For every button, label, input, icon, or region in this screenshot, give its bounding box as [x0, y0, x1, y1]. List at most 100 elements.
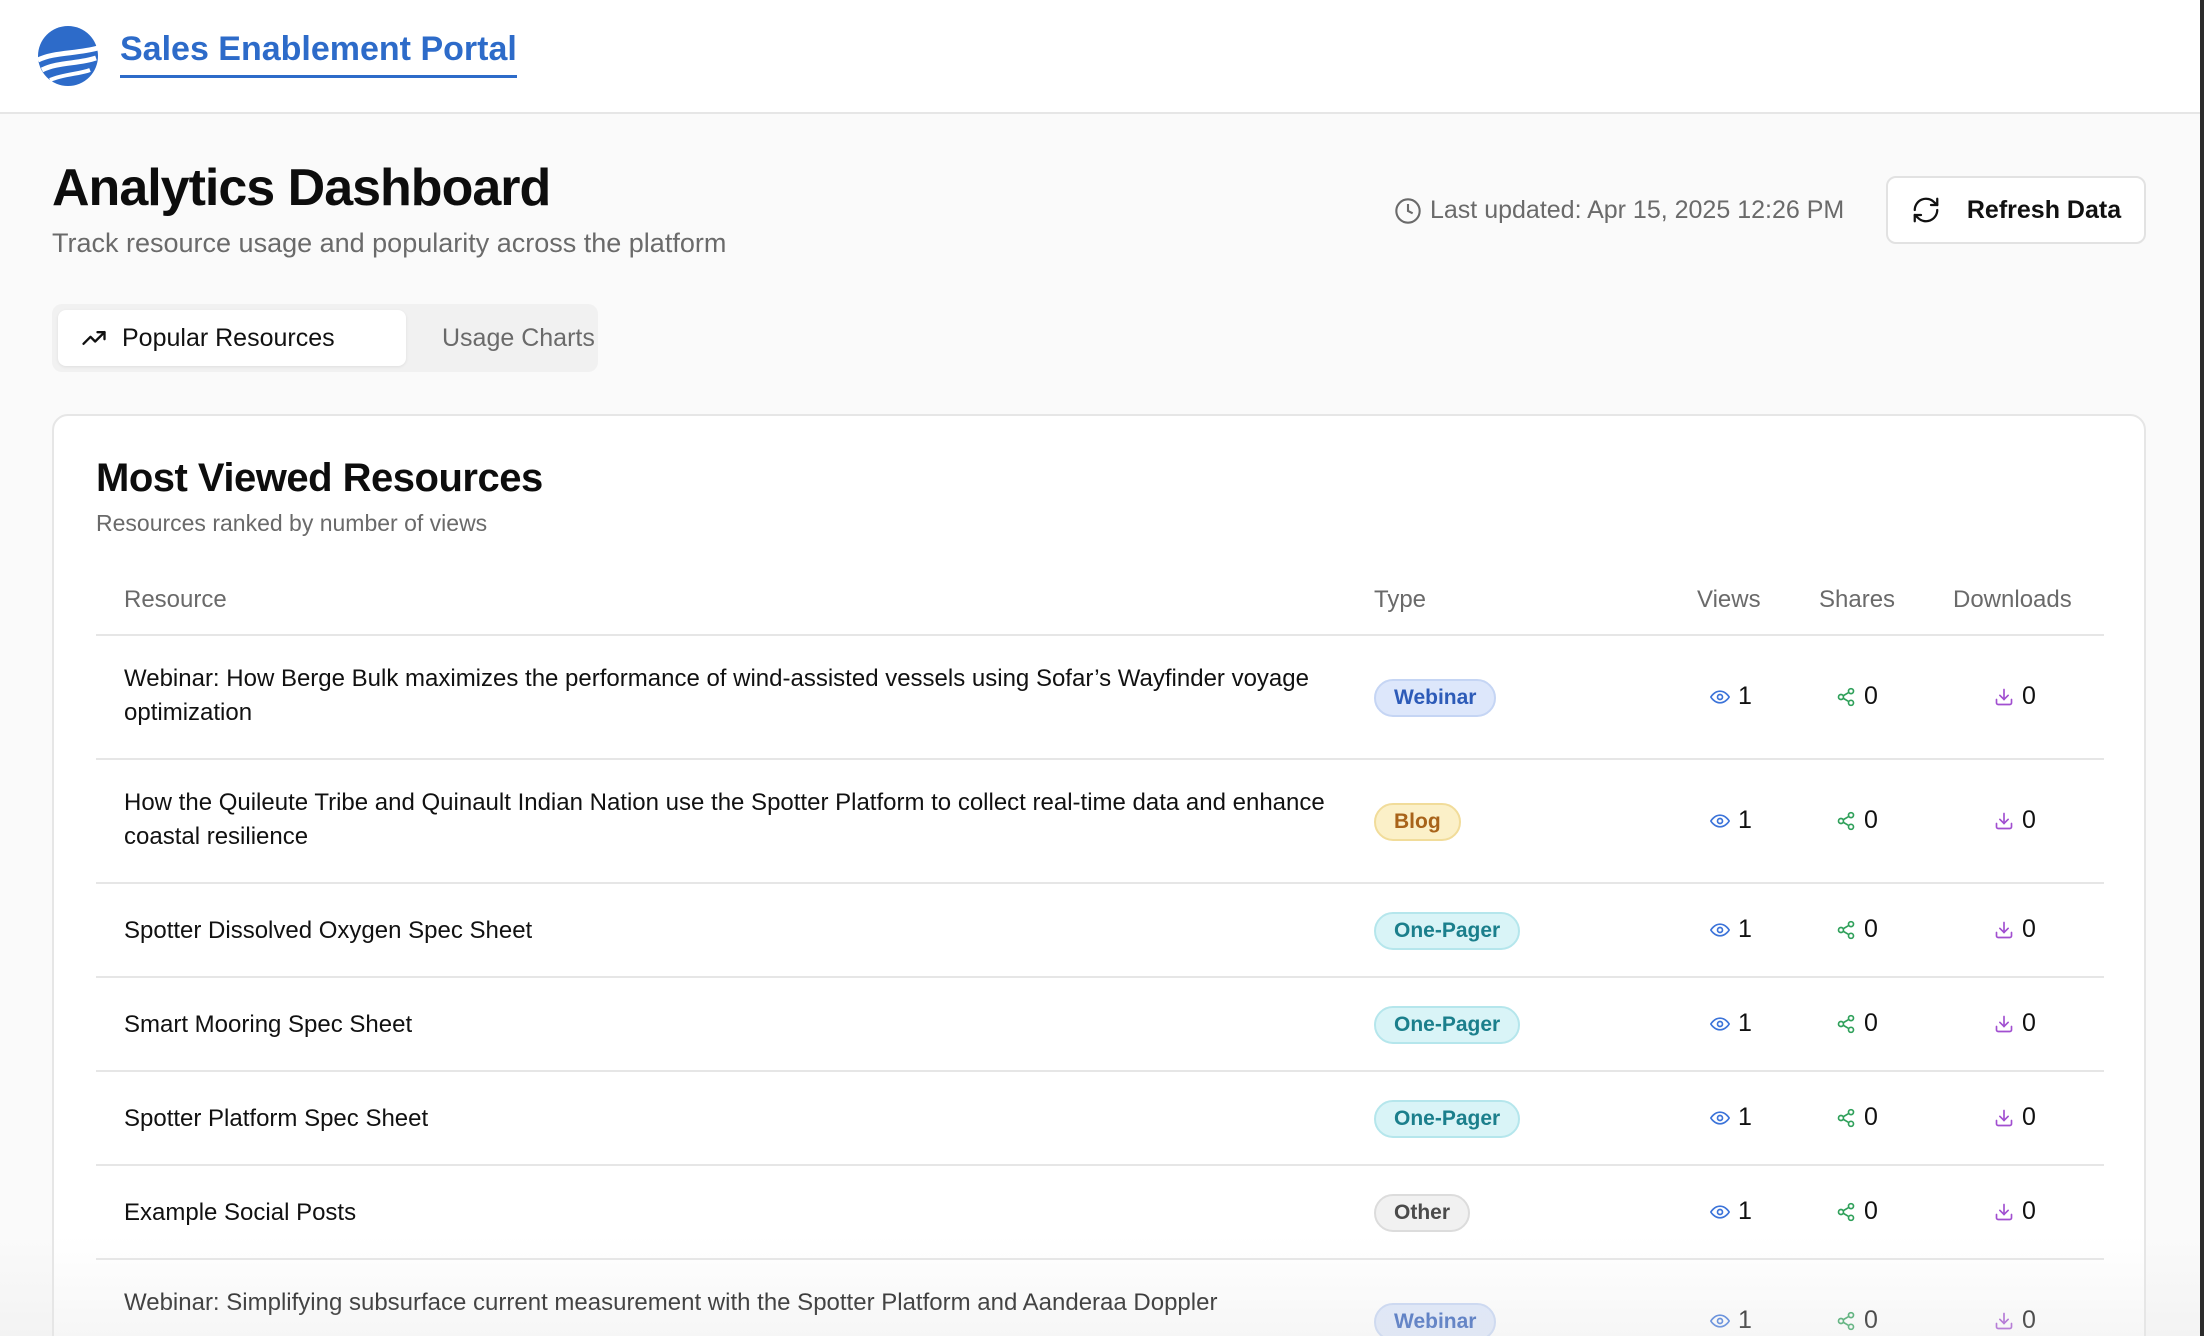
views-stat: 1 [1710, 1197, 1752, 1226]
shares-count: 0 [1864, 1306, 1878, 1334]
resource-title[interactable]: Example Social Posts [124, 1196, 1394, 1230]
table-row[interactable]: Webinar: Simplifying subsurface current … [96, 1260, 2104, 1336]
table-row[interactable]: Webinar: How Berge Bulk maximizes the pe… [96, 636, 2104, 760]
column-header-downloads[interactable]: Downloads [1953, 586, 2072, 614]
refresh-data-label: Refresh Data [1966, 195, 2122, 224]
downloads-count: 0 [2022, 682, 2036, 710]
share-icon [1837, 1108, 1855, 1127]
resource-title[interactable]: How the Quileute Tribe and Quinault Indi… [124, 786, 1394, 854]
views-count: 1 [1738, 1009, 1752, 1037]
views-stat: 1 [1710, 682, 1752, 711]
download-icon [1995, 1203, 2013, 1220]
downloads-stat: 0 [1994, 915, 2036, 944]
type-badge: Other [1374, 1194, 1471, 1232]
resource-title[interactable]: Spotter Dissolved Oxygen Spec Sheet [124, 914, 1394, 948]
resource-title[interactable]: Smart Mooring Spec Sheet [124, 1008, 1394, 1042]
eye-icon [1710, 1204, 1730, 1219]
views-stat: 1 [1710, 1009, 1752, 1038]
downloads-count: 0 [2022, 1009, 2036, 1037]
page-subtitle: Track resource usage and popularity acro… [52, 228, 727, 258]
downloads-stat: 0 [1994, 1197, 2036, 1226]
eye-icon [1710, 813, 1730, 828]
type-badge: Webinar [1374, 679, 1497, 717]
column-header-resource[interactable]: Resource [124, 586, 227, 614]
shares-stat: 0 [1836, 682, 1878, 711]
views-stat: 1 [1710, 915, 1752, 944]
type-badge: One-Pager [1374, 912, 1521, 950]
table-row[interactable]: Smart Mooring Spec Sheet One-Pager 1 0 0 [96, 978, 2104, 1072]
window-edge [2200, 0, 2204, 1336]
last-updated: Last updated: Apr 15, 2025 12:26 PM [1394, 196, 1844, 225]
table-row[interactable]: Spotter Platform Spec Sheet One-Pager 1 0 0 [96, 1072, 2104, 1166]
views-stat: 1 [1710, 806, 1752, 835]
column-header-views[interactable]: Views [1697, 586, 1761, 614]
type-badge: Blog [1374, 803, 1461, 841]
tab-popular-resources[interactable]: Popular Resources [58, 310, 406, 366]
downloads-stat: 0 [1994, 1306, 2036, 1335]
resource-title[interactable]: Webinar: Simplifying subsurface current … [124, 1286, 1394, 1320]
tab-label: Usage Charts [442, 323, 595, 352]
views-count: 1 [1738, 682, 1752, 710]
top-navigation-bar: Sales Enablement Portal [0, 0, 2200, 114]
card-subtitle: Resources ranked by number of views [96, 510, 488, 536]
downloads-count: 0 [2022, 1306, 2036, 1334]
shares-count: 0 [1864, 915, 1878, 943]
resource-title[interactable]: Webinar: How Berge Bulk maximizes the pe… [124, 662, 1394, 730]
refresh-data-button[interactable]: Refresh Data [1886, 176, 2146, 244]
eye-icon [1710, 1110, 1730, 1125]
downloads-stat: 0 [1994, 682, 2036, 711]
table-row[interactable]: How the Quileute Tribe and Quinault Indi… [96, 760, 2104, 884]
shares-count: 0 [1864, 682, 1878, 710]
table-row[interactable]: Spotter Dissolved Oxygen Spec Sheet One-P… [96, 884, 2104, 978]
eye-icon [1710, 922, 1730, 937]
tab-label: Popular Resources [122, 323, 335, 352]
brand-logo-icon[interactable] [36, 24, 100, 88]
eye-icon [1710, 1313, 1730, 1328]
views-count: 1 [1738, 1103, 1752, 1131]
column-header-shares[interactable]: Shares [1819, 586, 1895, 614]
share-icon [1837, 1014, 1855, 1033]
share-icon [1837, 687, 1855, 706]
downloads-count: 0 [2022, 1103, 2036, 1131]
views-count: 1 [1738, 915, 1752, 943]
type-badge: Webinar [1374, 1303, 1497, 1336]
downloads-count: 0 [2022, 915, 2036, 943]
shares-count: 0 [1864, 806, 1878, 834]
column-header-type[interactable]: Type [1374, 586, 1426, 614]
download-icon [1995, 921, 2013, 938]
shares-count: 0 [1864, 1103, 1878, 1131]
share-icon [1837, 920, 1855, 939]
resource-title[interactable]: Spotter Platform Spec Sheet [124, 1102, 1394, 1136]
shares-count: 0 [1864, 1009, 1878, 1037]
download-icon [1995, 1312, 2013, 1329]
shares-stat: 0 [1836, 1009, 1878, 1038]
downloads-count: 0 [2022, 1197, 2036, 1225]
resources-table: Resource Type Views Shares Downloads Web… [96, 566, 2104, 1336]
views-count: 1 [1738, 806, 1752, 834]
downloads-count: 0 [2022, 806, 2036, 834]
download-icon [1995, 812, 2013, 829]
shares-stat: 0 [1836, 1103, 1878, 1132]
views-stat: 1 [1710, 1306, 1752, 1335]
last-updated-text: Last updated: Apr 15, 2025 12:26 PM [1430, 196, 1845, 224]
brand-link[interactable]: Sales Enablement Portal [120, 30, 517, 78]
eye-icon [1710, 689, 1730, 704]
shares-count: 0 [1864, 1197, 1878, 1225]
tab-list: Popular Resources Usage Charts [52, 304, 598, 372]
shares-stat: 0 [1836, 915, 1878, 944]
download-icon [1995, 1015, 2013, 1032]
eye-icon [1710, 1016, 1730, 1031]
card-title: Most Viewed Resources [96, 456, 543, 500]
views-stat: 1 [1710, 1103, 1752, 1132]
type-badge: One-Pager [1374, 1100, 1521, 1138]
clock-icon [1395, 197, 1421, 224]
table-row[interactable]: Example Social Posts Other 1 0 0 [96, 1166, 2104, 1260]
share-icon [1837, 1311, 1855, 1330]
most-viewed-resources-card: Most Viewed Resources Resources ranked b… [52, 414, 2146, 1336]
downloads-stat: 0 [1994, 1009, 2036, 1038]
tab-usage-charts[interactable]: Usage Charts [422, 310, 595, 366]
share-icon [1837, 1202, 1855, 1221]
download-icon [1995, 688, 2013, 705]
views-count: 1 [1738, 1306, 1752, 1334]
share-icon [1837, 811, 1855, 830]
